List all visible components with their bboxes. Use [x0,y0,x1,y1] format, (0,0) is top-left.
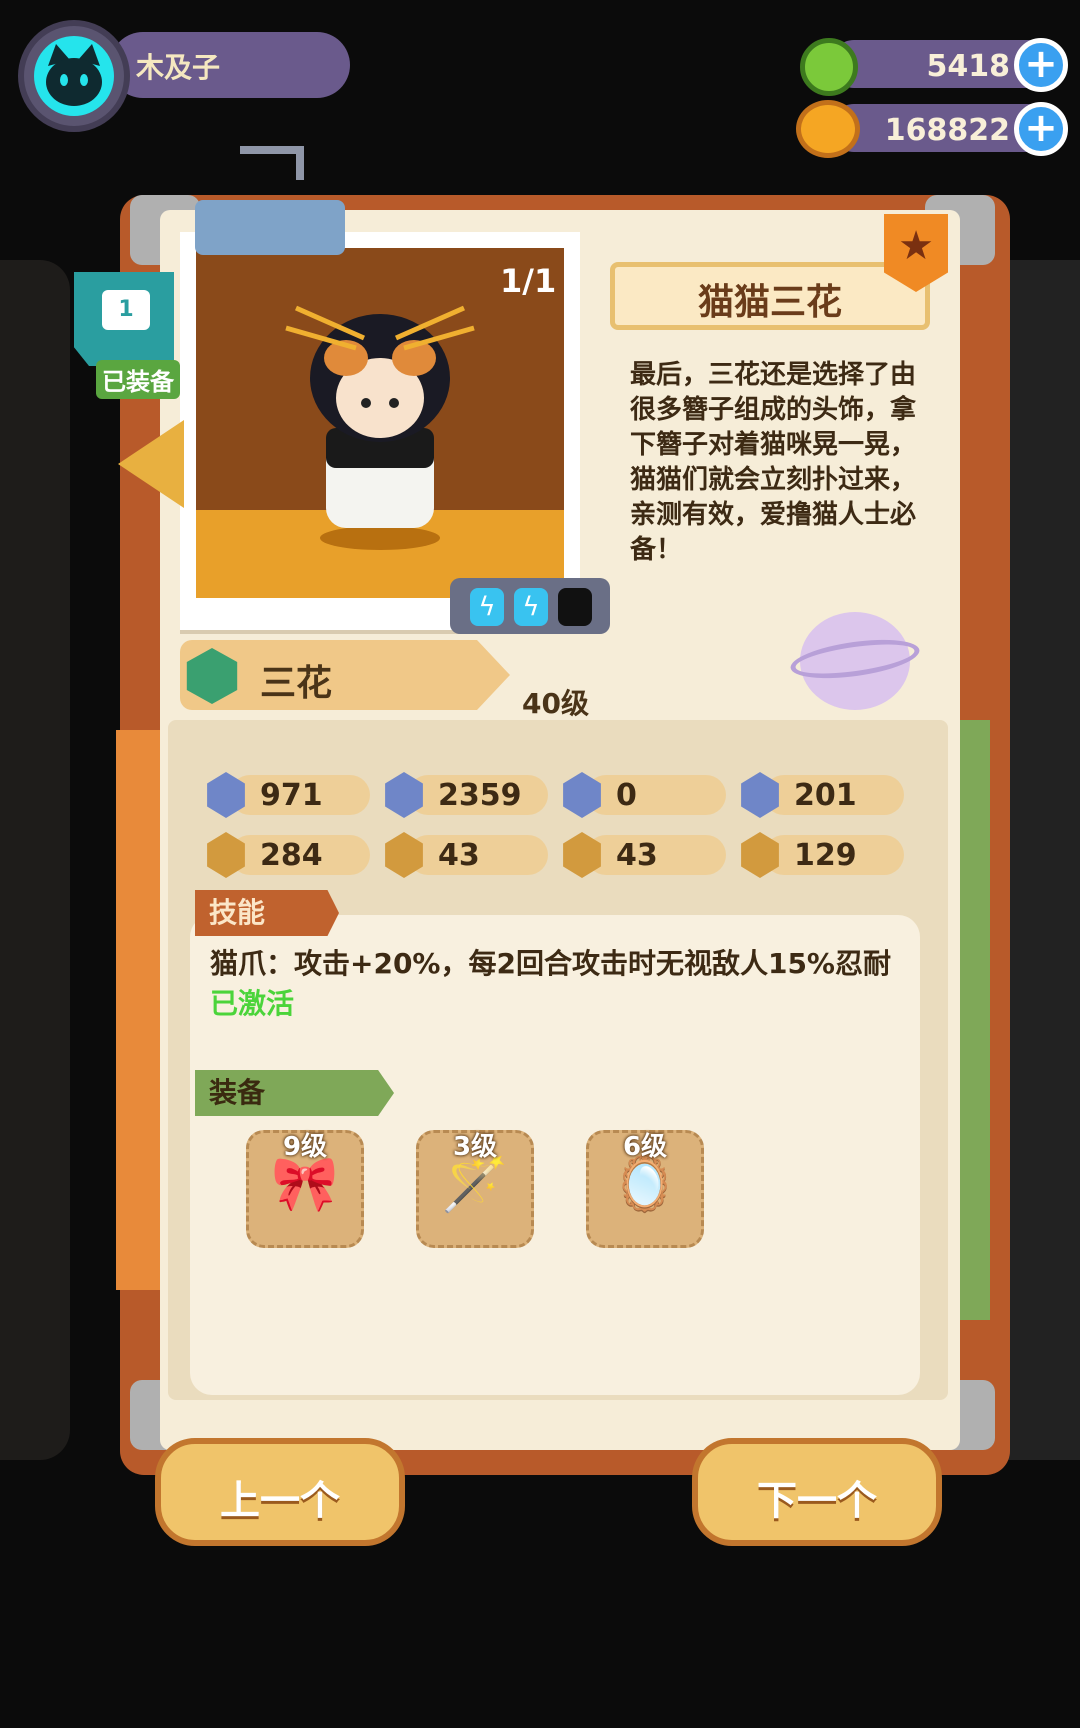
stat-pill [586,775,726,815]
book-tab-orange [116,730,166,1290]
shirt-icon: 1 [102,290,150,330]
skill-description: 猫爪：攻击+20%，每2回合攻击时无视敌人15%忍耐 已激活 [210,944,900,1024]
skill-section-label: 技能 [195,890,339,936]
character-name: 三花 [260,663,333,704]
stat-value: 0 [616,778,637,813]
skill-status: 已激活 [210,987,295,1020]
stat-value: 201 [794,778,857,813]
equipped-label: 已装备 [96,360,180,399]
background-panel-left [0,260,70,1460]
green-coin-value: 5418 [926,49,1011,84]
binder-clip-icon [195,146,345,255]
stat-value: 43 [616,838,658,873]
background-panel-right [1000,260,1080,1460]
stat-value: 971 [260,778,323,813]
character-image [196,248,564,598]
equipment-level: 3级 [452,1132,498,1162]
energy-full-icon: ϟ [470,588,504,626]
card-counter: 1/1 [500,262,557,300]
previous-button-label: 上一个 [220,1478,340,1524]
username: 木及子 [136,51,221,84]
equipment-level: 9级 [282,1132,328,1162]
energy-empty-icon [558,588,592,626]
cat-face-icon [46,44,102,106]
equipment-section-label: 装备 [195,1070,394,1116]
character-portrait [196,248,564,598]
next-button-label: 下一个 [757,1478,877,1524]
stat-value: 129 [794,838,857,873]
add-gold-coin-button[interactable]: + [1014,102,1068,156]
add-green-coin-button[interactable]: + [1014,38,1068,92]
stat-value: 2359 [438,778,522,813]
skin-description: 最后，三花还是选择了由很多簪子组成的头饰，拿下簪子对着猫咪晃一晃，猫猫们就会立刻… [630,360,917,565]
stat-value: 43 [438,838,480,873]
skill-text: 猫爪：攻击+20%，每2回合攻击时无视敌人15%忍耐 [210,947,891,980]
equipment-level: 6级 [622,1132,668,1162]
gold-coin-value: 168822 [884,113,1010,148]
stat-value: 284 [260,838,323,873]
energy-full-icon: ϟ [514,588,548,626]
avatar[interactable] [34,36,114,116]
character-level: 40级 [522,687,589,720]
skin-title: 猫猫三花 [697,282,842,323]
